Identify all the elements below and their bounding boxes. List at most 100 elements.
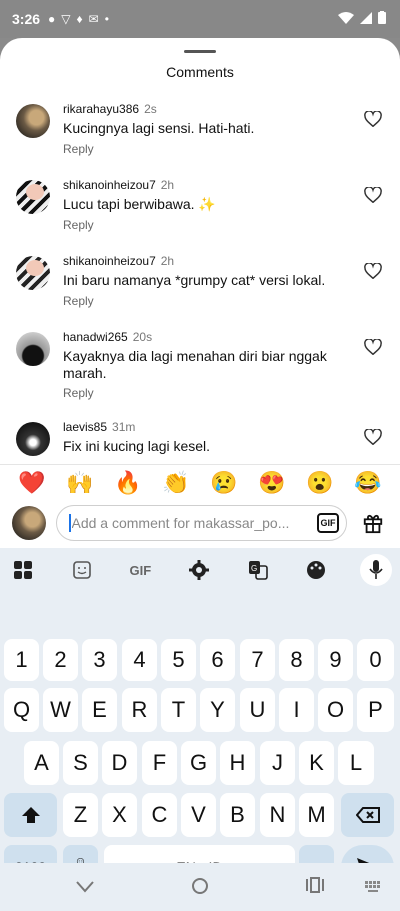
emoji-cry[interactable]: 😢	[210, 469, 238, 497]
key-0[interactable]: 0	[357, 639, 394, 681]
key-n[interactable]: N	[260, 793, 295, 837]
emoji-clap[interactable]: 👏	[162, 469, 190, 497]
comment-username[interactable]: shikanoinheizou7	[63, 254, 156, 268]
comment-username[interactable]: shikanoinheizou7	[63, 178, 156, 192]
emoji-wow[interactable]: 😮	[306, 469, 334, 497]
gif-button[interactable]: GIF	[317, 513, 339, 533]
emoji-fire[interactable]: 🔥	[114, 469, 142, 497]
key-9[interactable]: 9	[318, 639, 353, 681]
comment-list[interactable]: rikarahayu386 2s Kucingnya lagi sensi. H…	[0, 96, 400, 464]
key-2[interactable]: 2	[43, 639, 78, 681]
comment-placeholder: Add a comment for makassar_po...	[71, 515, 290, 531]
key-4[interactable]: 4	[122, 639, 157, 681]
key-j[interactable]: J	[260, 741, 295, 785]
sticker-icon[interactable]	[67, 555, 97, 585]
shift-arrow-icon	[21, 807, 40, 823]
svg-text:G: G	[251, 564, 257, 573]
key-z[interactable]: Z	[63, 793, 98, 837]
reply-button[interactable]: Reply	[63, 218, 94, 232]
key-y[interactable]: Y	[200, 688, 235, 732]
comment-username[interactable]: laevis85	[63, 420, 107, 434]
apps-grid-icon[interactable]	[8, 555, 38, 585]
like-heart-icon[interactable]	[364, 111, 382, 127]
nav-home-icon[interactable]	[191, 877, 209, 900]
key-f[interactable]: F	[142, 741, 177, 785]
avatar[interactable]	[16, 332, 50, 366]
key-u[interactable]: U	[240, 688, 275, 732]
soft-keyboard: GIF G 1 2 3 4 5 6 7 8 9 0 Q W E R T Y U …	[0, 548, 400, 911]
comment-input[interactable]: Add a comment for makassar_po... GIF	[56, 505, 347, 541]
comment-username[interactable]: hanadwi265	[63, 330, 128, 344]
comment-time: 2h	[160, 178, 175, 192]
notification-icons: ● ▽ ♦ ✉ •	[48, 12, 109, 26]
comments-sheet: Comments rikarahayu386 2s Kucingnya lagi…	[0, 38, 400, 911]
key-s[interactable]: S	[63, 741, 98, 785]
avatar[interactable]	[16, 104, 50, 138]
gif-keyboard-button[interactable]: GIF	[125, 555, 155, 585]
key-w[interactable]: W	[43, 688, 78, 732]
key-a[interactable]: A	[24, 741, 59, 785]
like-heart-icon[interactable]	[364, 429, 382, 445]
comment-item: shikanoinheizou7 2h Ini baru namanya *gr…	[0, 248, 400, 324]
settings-gear-icon[interactable]	[184, 555, 214, 585]
avatar[interactable]	[16, 422, 50, 456]
key-v[interactable]: V	[181, 793, 216, 837]
comment-item: hanadwi265 20s Kayaknya dia lagi menahan…	[0, 324, 400, 414]
emoji-heart-eyes[interactable]: 😍	[258, 469, 286, 497]
key-5[interactable]: 5	[161, 639, 196, 681]
shield-icon: ▽	[61, 12, 71, 26]
gift-icon[interactable]	[362, 512, 384, 534]
key-k[interactable]: K	[299, 741, 334, 785]
avatar[interactable]	[16, 256, 50, 290]
reply-button[interactable]: Reply	[63, 142, 94, 156]
key-q[interactable]: Q	[4, 688, 39, 732]
keyboard-switch-icon[interactable]	[365, 877, 381, 898]
comment-username[interactable]: rikarahayu386	[63, 102, 139, 116]
key-1[interactable]: 1	[4, 639, 39, 681]
avatar[interactable]	[16, 180, 50, 214]
reply-button[interactable]: Reply	[63, 294, 94, 308]
shift-key[interactable]	[4, 793, 57, 837]
key-c[interactable]: C	[142, 793, 177, 837]
comment-time: 2h	[160, 254, 175, 268]
nav-recents-icon[interactable]	[306, 877, 324, 898]
translate-icon[interactable]: G	[243, 555, 273, 585]
emoji-raised-hands[interactable]: 🙌	[66, 469, 94, 497]
key-d[interactable]: D	[102, 741, 137, 785]
backspace-key[interactable]	[341, 793, 394, 837]
nav-back-chevron-icon[interactable]	[76, 877, 94, 898]
key-l[interactable]: L	[338, 741, 374, 785]
key-g[interactable]: G	[181, 741, 216, 785]
text-caret	[69, 514, 71, 532]
key-e[interactable]: E	[82, 688, 117, 732]
drag-handle[interactable]	[184, 50, 216, 53]
comment-composer: Add a comment for makassar_po... GIF	[0, 500, 400, 548]
key-3[interactable]: 3	[82, 639, 117, 681]
like-heart-icon[interactable]	[364, 339, 382, 355]
key-8[interactable]: 8	[279, 639, 314, 681]
comment-text: Kayaknya dia lagi menahan diri biar ngga…	[63, 348, 327, 381]
reply-button[interactable]: Reply	[63, 386, 94, 400]
like-heart-icon[interactable]	[364, 263, 382, 279]
comment-time: 2s	[144, 102, 157, 116]
theme-palette-icon[interactable]	[301, 555, 331, 585]
key-p[interactable]: P	[357, 688, 394, 732]
emoji-laugh[interactable]: 😂	[354, 469, 382, 497]
key-6[interactable]: 6	[200, 639, 235, 681]
comment-time: 31m	[112, 420, 136, 434]
key-7[interactable]: 7	[240, 639, 275, 681]
key-h[interactable]: H	[220, 741, 255, 785]
key-r[interactable]: R	[122, 688, 157, 732]
key-b[interactable]: B	[220, 793, 255, 837]
wifi-icon	[338, 11, 354, 27]
like-heart-icon[interactable]	[364, 187, 382, 203]
microphone-icon[interactable]	[359, 554, 392, 586]
comment-item: rikarahayu386 2s Kucingnya lagi sensi. H…	[0, 96, 400, 172]
key-o[interactable]: O	[318, 688, 353, 732]
key-t[interactable]: T	[161, 688, 196, 732]
key-m[interactable]: M	[299, 793, 334, 837]
key-x[interactable]: X	[102, 793, 137, 837]
mail-icon: ✉	[88, 12, 99, 26]
key-i[interactable]: I	[279, 688, 314, 732]
emoji-heart[interactable]: ❤️	[18, 469, 46, 497]
